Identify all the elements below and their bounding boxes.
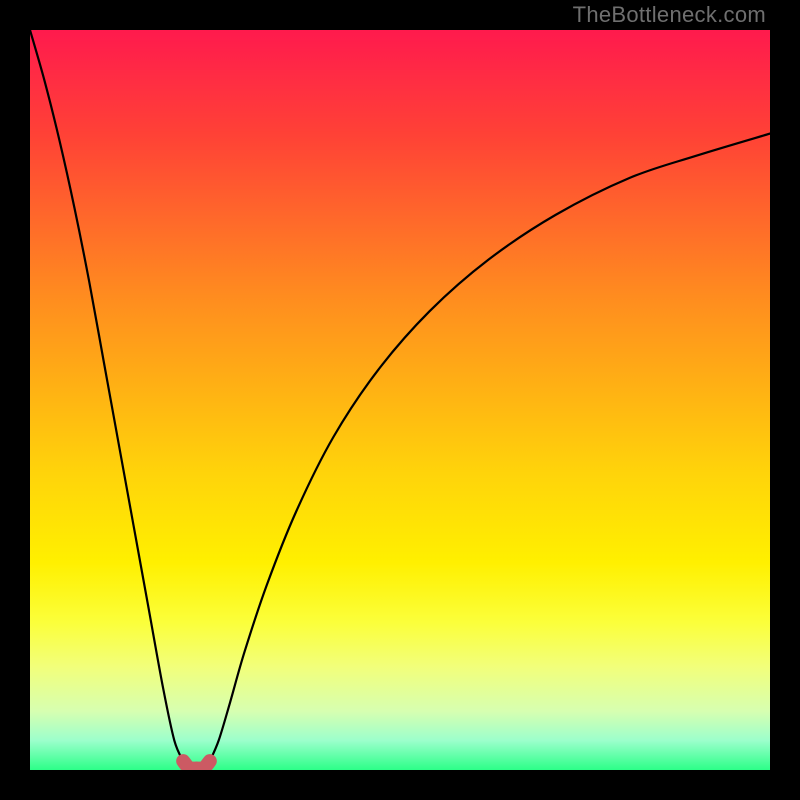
watermark-text: TheBottleneck.com bbox=[573, 2, 766, 28]
curve-svg bbox=[30, 30, 770, 770]
right-curve bbox=[210, 134, 770, 762]
trough-marker bbox=[183, 761, 210, 768]
left-curve bbox=[30, 30, 183, 761]
plot-area bbox=[30, 30, 770, 770]
